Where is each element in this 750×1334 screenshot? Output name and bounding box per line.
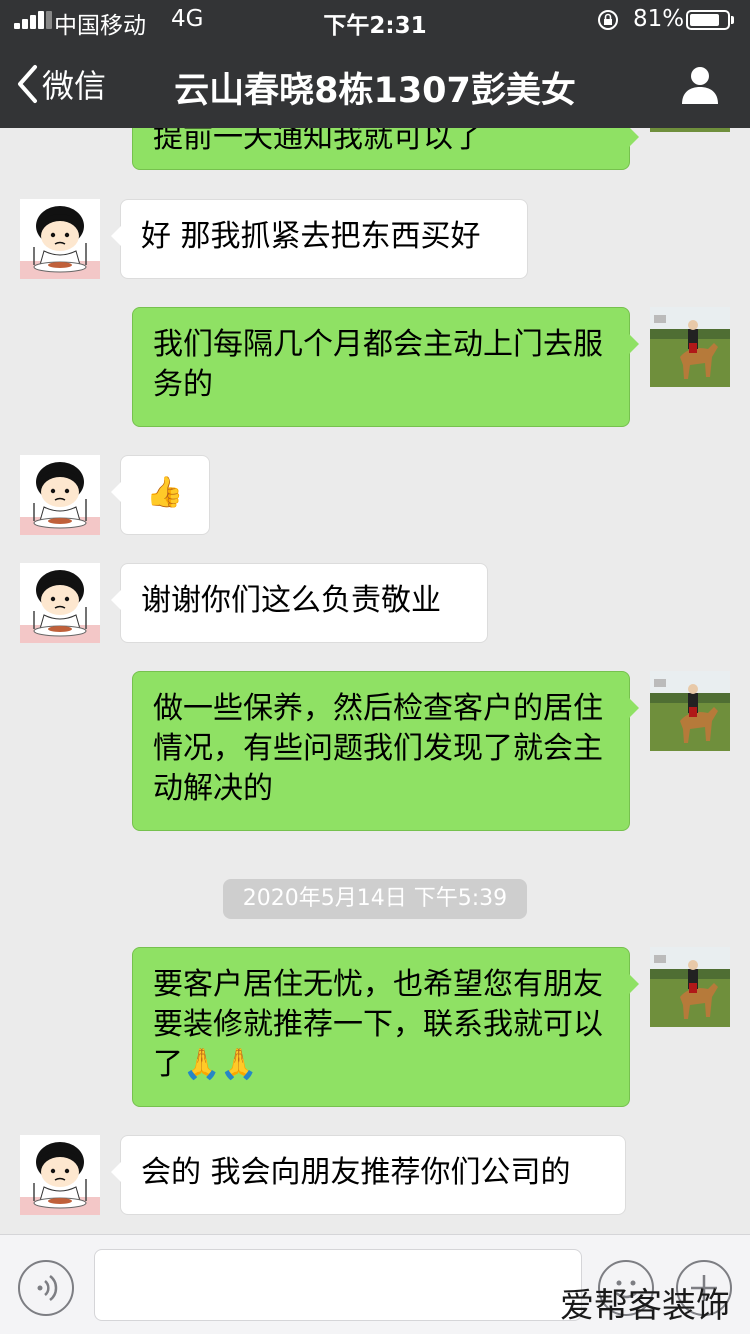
nav-bar: 微信 云山春晓8栋1307彭美女 [0,40,750,128]
message-text: 我们每隔几个月都会主动上门去服务的 [153,327,603,402]
message-text: 会的 我会向朋友推荐你们公司的 [141,1155,571,1190]
chat-timestamp: 2020年5月14日 下午5:39 [223,879,527,919]
message-text: 谢谢你们这么负责敬业 [141,583,441,618]
back-button[interactable]: 微信 [16,62,106,106]
chevron-left-icon [18,65,37,103]
message-bubble[interactable]: 好 那我抓紧去把东西买好 [111,199,528,279]
message-input[interactable] [94,1249,582,1321]
message-bubble[interactable]: 做一些保养，然后检查客户的居住情况，有些问题我们发现了就会主动解决的 [132,671,639,831]
back-label: 微信 [42,67,107,105]
status-bar: 中国移动 4G 下午2:31 81% [0,0,750,40]
thumbs-up-emoji: 👍 [146,475,184,510]
message-bubble[interactable]: 谢谢你们这么负责敬业 [111,563,488,643]
my-avatar[interactable] [650,671,730,751]
header: 中国移动 4G 下午2:31 81% 微信 云山春晓8栋1307彭美女 [0,0,750,128]
battery-tip [731,16,734,24]
voice-input-button[interactable] [18,1260,74,1316]
battery-fill [690,14,719,26]
contact-avatar[interactable] [20,199,100,279]
contact-avatar[interactable] [20,1135,100,1215]
message-text: 做一些保养，然后检查客户的居住情况，有些问题我们发现了就会主动解决的 [153,691,603,806]
contact-avatar[interactable] [20,563,100,643]
message-text: 要客户居住无忧，也希望您有朋友要装修就推荐一下，联系我就可以了🙏🙏 [153,967,603,1082]
message-bubble[interactable]: 👍 [111,455,210,535]
message-bubble[interactable]: 要客户居住无忧，也希望您有朋友要装修就推荐一下，联系我就可以了🙏🙏 [132,947,639,1107]
my-avatar[interactable] [650,947,730,1027]
my-avatar[interactable] [650,307,730,387]
battery-percent: 81% [633,6,685,32]
orientation-lock-icon [598,10,618,30]
message-bubble[interactable]: 会的 我会向朋友推荐你们公司的 [111,1135,626,1215]
watermark: 爱帮客装饰 [560,1286,730,1326]
contact-avatar[interactable] [20,455,100,535]
battery-icon [686,10,730,30]
profile-icon[interactable] [678,62,722,106]
voice-icon [37,1275,58,1301]
chat-title: 云山春晓8栋1307彭美女 [174,71,576,111]
message-bubble[interactable]: 我们每隔几个月都会主动上门去服务的 [132,307,639,427]
message-text: 好 那我抓紧去把东西买好 [141,219,481,254]
